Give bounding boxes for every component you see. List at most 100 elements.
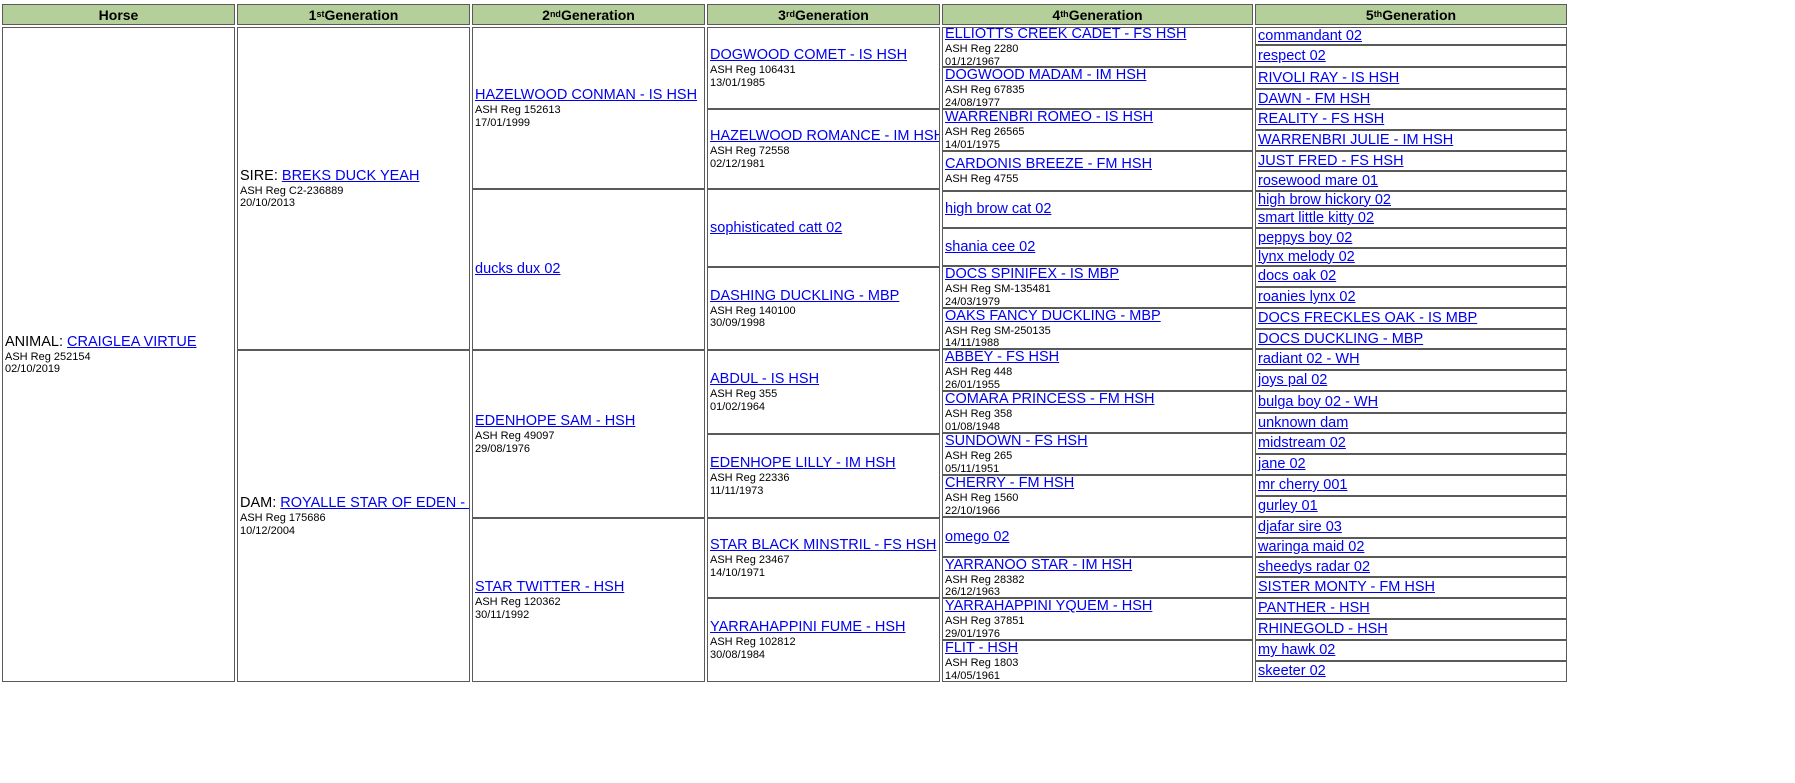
horse-link[interactable]: ducks dux 02 [475, 261, 560, 277]
header-sup: nd [549, 8, 561, 19]
entry-name-line: SUNDOWN - FS HSH [945, 434, 1252, 450]
horse-link[interactable]: omego 02 [945, 529, 1010, 545]
horse-link[interactable]: STAR TWITTER - HSH [475, 579, 624, 595]
horse-link[interactable]: midstream 02 [1258, 435, 1346, 452]
horse-link[interactable]: PANTHER - HSH [1258, 600, 1370, 617]
gen5-cell: DAWN - FM HSH [1255, 89, 1567, 109]
gen5-cell: JUST FRED - FS HSH [1255, 151, 1567, 171]
horse-link[interactable]: RIVOLI RAY - IS HSH [1258, 70, 1399, 87]
birth-date: 17/01/1999 [475, 116, 531, 129]
entry-name-line: OAKS FANCY DUCKLING - MBP [945, 309, 1252, 325]
registration-number: ASH Reg 448 [945, 366, 1013, 378]
entry-name-line: COMARA PRINCESS - FM HSH [945, 392, 1252, 408]
horse-link[interactable]: ABBEY - FS HSH [945, 350, 1059, 365]
gen4-cell: YARRAHAPPINI YQUEM - HSH ASH Reg 37851 29/… [942, 598, 1253, 640]
header-sup: th [1060, 8, 1069, 19]
header-base: 3 [778, 6, 786, 23]
horse-link[interactable]: high brow hickory 02 [1258, 192, 1391, 208]
horse-link[interactable]: commandant 02 [1258, 28, 1362, 44]
birth-date: 20/10/2013 [240, 197, 296, 209]
birth-date: 30/09/1998 [710, 317, 766, 329]
horse-link[interactable]: YARRANOO STAR - IM HSH [945, 558, 1132, 573]
horse-link[interactable]: docs oak 02 [1258, 268, 1336, 285]
horse-link[interactable]: WARRENBRI JULIE - IM HSH [1258, 132, 1453, 149]
gen5-cell: docs oak 02 [1255, 266, 1567, 287]
gen5-cell: unknown dam [1255, 413, 1567, 433]
horse-link[interactable]: YARRAHAPPINI FUME - HSH [710, 619, 906, 635]
horse-link[interactable]: waringa maid 02 [1258, 539, 1364, 556]
header-rest: Generation [560, 6, 635, 23]
gen5-cell: lynx melody 02 [1255, 248, 1567, 266]
horse-link[interactable]: FLIT - HSH [945, 641, 1018, 656]
horse-link[interactable]: DOGWOOD MADAM - IM HSH [945, 68, 1146, 83]
horse-link[interactable]: ELLIOTTS CREEK CADET - FS HSH [945, 28, 1186, 42]
horse-link[interactable]: jane 02 [1258, 456, 1306, 473]
entry-name-line: EDENHOPE LILLY - IM HSH [710, 455, 939, 472]
horse-link[interactable]: REALITY - FS HSH [1258, 111, 1384, 128]
horse-link[interactable]: YARRAHAPPINI YQUEM - HSH [945, 599, 1152, 614]
entry-name-line: HAZELWOOD ROMANCE - IM HSH [710, 128, 939, 145]
horse-link[interactable]: radiant 02 - WH [1258, 351, 1360, 368]
horse-link[interactable]: JUST FRED - FS HSH [1258, 153, 1404, 170]
horse-link[interactable]: STAR BLACK MINSTRIL - FS HSH [710, 537, 936, 553]
horse-link[interactable]: roanies lynx 02 [1258, 289, 1356, 306]
birth-date: 30/11/1992 [475, 608, 530, 621]
horse-link[interactable]: respect 02 [1258, 48, 1326, 65]
gen5-cell: high brow hickory 02 [1255, 191, 1567, 209]
horse-link[interactable]: sheedys radar 02 [1258, 559, 1370, 576]
horse-link[interactable]: djafar sire 03 [1258, 519, 1342, 536]
gen5-cell: sheedys radar 02 [1255, 557, 1567, 577]
horse-link[interactable]: SUNDOWN - FS HSH [945, 434, 1088, 449]
gen5-cell: RHINEGOLD - HSH [1255, 619, 1567, 640]
entry-name-line: DAM: ROYALLE STAR OF EDEN - HSH [240, 495, 469, 512]
entry-name-line: SIRE: BREKS DUCK YEAH [240, 168, 469, 185]
horse-link[interactable]: COMARA PRINCESS - FM HSH [945, 392, 1154, 407]
birth-date: 30/08/1984 [710, 648, 766, 661]
horse-link[interactable]: joys pal 02 [1258, 372, 1327, 389]
horse-link[interactable]: DAWN - FM HSH [1258, 91, 1370, 108]
column-header-3: 3rd Generation [707, 4, 940, 25]
horse-link[interactable]: ABDUL - IS HSH [710, 371, 819, 387]
horse-link[interactable]: rosewood mare 01 [1258, 173, 1378, 190]
gen5-cell: commandant 02 [1255, 27, 1567, 45]
horse-link[interactable]: CRAIGLEA VIRTUE [67, 334, 196, 350]
horse-link[interactable]: high brow cat 02 [945, 201, 1051, 217]
horse-link[interactable]: DOCS SPINIFEX - IS MBP [945, 267, 1119, 282]
horse-link[interactable]: EDENHOPE SAM - HSH [475, 413, 635, 429]
horse-link[interactable]: DOGWOOD COMET - IS HSH [710, 47, 907, 63]
horse-link[interactable]: skeeter 02 [1258, 663, 1326, 680]
horse-link[interactable]: my hawk 02 [1258, 642, 1335, 659]
horse-link[interactable]: HAZELWOOD CONMAN - IS HSH [475, 87, 697, 103]
horse-link[interactable]: DOCS FRECKLES OAK - IS MBP [1258, 310, 1477, 327]
gen5-cell: djafar sire 03 [1255, 517, 1567, 538]
horse-link[interactable]: mr cherry 001 [1258, 477, 1347, 494]
horse-link[interactable]: RHINEGOLD - HSH [1258, 621, 1388, 638]
gen2-cell: EDENHOPE SAM - HSH ASH Reg 49097 29/08/197… [472, 350, 705, 518]
horse-link[interactable]: bulga boy 02 - WH [1258, 394, 1378, 411]
gen5-cell: RIVOLI RAY - IS HSH [1255, 67, 1567, 89]
horse-link[interactable]: shania cee 02 [945, 239, 1035, 255]
horse-link[interactable]: lynx melody 02 [1258, 249, 1355, 265]
horse-link[interactable]: SISTER MONTY - FM HSH [1258, 579, 1435, 596]
horse-link[interactable]: CHERRY - FM HSH [945, 476, 1074, 491]
horse-link[interactable]: peppys boy 02 [1258, 230, 1352, 247]
registration-number: ASH Reg 72558 [710, 145, 790, 157]
horse-link[interactable]: OAKS FANCY DUCKLING - MBP [945, 309, 1161, 324]
horse-link[interactable]: sophisticated catt 02 [710, 220, 842, 236]
horse-link[interactable]: BREKS DUCK YEAH [282, 168, 420, 184]
registration-number: ASH Reg 49097 [475, 430, 555, 442]
horse-link[interactable]: HAZELWOOD ROMANCE - IM HSH [710, 128, 939, 144]
horse-link[interactable]: WARRENBRI ROMEO - IS HSH [945, 110, 1153, 125]
horse-link[interactable]: ROYALLE STAR OF EDEN - HSH [280, 495, 469, 511]
entry-name-line: CARDONIS BREEZE - FM HSH [945, 156, 1252, 173]
horse-link[interactable]: gurley 01 [1258, 498, 1318, 515]
header-rest: Generation [1382, 6, 1457, 23]
birth-date: 14/05/1961 [945, 669, 1001, 682]
horse-link[interactable]: smart little kitty 02 [1258, 210, 1374, 227]
horse-link[interactable]: DASHING DUCKLING - MBP [710, 288, 899, 304]
gen5-cell: skeeter 02 [1255, 661, 1567, 682]
horse-link[interactable]: DOCS DUCKLING - MBP [1258, 331, 1423, 348]
horse-link[interactable]: CARDONIS BREEZE - FM HSH [945, 156, 1152, 172]
horse-link[interactable]: EDENHOPE LILLY - IM HSH [710, 455, 896, 471]
horse-link[interactable]: unknown dam [1258, 415, 1348, 432]
